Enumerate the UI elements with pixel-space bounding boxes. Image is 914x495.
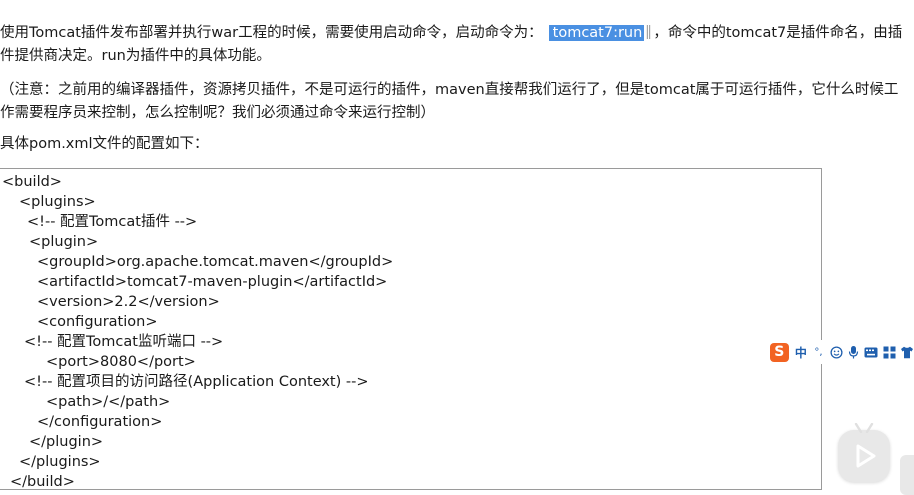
sogou-logo-icon[interactable]: S xyxy=(770,342,789,362)
ime-mode-toggle[interactable]: 中 xyxy=(794,343,809,361)
emoji-icon[interactable] xyxy=(829,343,844,361)
intro-text-before: 使用Tomcat插件发布部署并执行war工程的时候，需要使用启动命令，启动命令为… xyxy=(0,25,543,41)
text-cursor-icon xyxy=(647,25,651,39)
grid-icon[interactable] xyxy=(882,343,897,361)
code-line: <!-- 配置Tomcat监听端口 --> xyxy=(24,334,224,350)
code-line: <version>2.2</version> xyxy=(37,294,220,310)
config-heading: 具体pom.xml文件的配置如下： xyxy=(0,136,209,152)
ime-toolbar[interactable]: S 中 °, xyxy=(768,340,914,364)
tv-antenna-icon xyxy=(854,423,874,433)
highlighted-command[interactable]: tomcat7:run xyxy=(548,25,645,41)
code-line: </plugin> xyxy=(29,434,104,450)
edge-panel-handle[interactable] xyxy=(900,455,914,495)
shirt-icon[interactable] xyxy=(899,343,914,361)
ime-punct-toggle[interactable]: °, xyxy=(811,343,826,361)
intro-paragraph: 使用Tomcat插件发布部署并执行war工程的时候，需要使用启动命令，启动命令为… xyxy=(0,22,912,68)
code-line: <configuration> xyxy=(37,314,158,330)
video-player-button[interactable] xyxy=(838,423,890,482)
code-line: </plugins> xyxy=(19,454,101,470)
code-line: <plugins> xyxy=(19,194,96,210)
code-line: <groupId>org.apache.tomcat.maven</groupI… xyxy=(37,254,394,270)
code-line: </build> xyxy=(10,474,75,490)
code-line: <path>/</path> xyxy=(46,394,171,410)
code-line: <build> xyxy=(2,174,62,190)
note-paragraph: （注意：之前用的编译器插件，资源拷贝插件，不是可运行的插件，maven直接帮我们… xyxy=(0,82,899,121)
play-icon xyxy=(856,444,876,468)
code-block: <build> <plugins> <!-- 配置Tomcat插件 --> <p… xyxy=(0,168,822,490)
code-line: <!-- 配置Tomcat插件 --> xyxy=(27,214,198,230)
keyboard-icon[interactable] xyxy=(864,343,879,361)
code-line: <artifactId>tomcat7-maven-plugin</artifa… xyxy=(37,274,388,290)
code-line: <!-- 配置项目的访问路径(Application Context) --> xyxy=(24,374,369,390)
code-line: </configuration> xyxy=(37,414,163,430)
mic-icon[interactable] xyxy=(846,343,861,361)
code-line: <port>8080</port> xyxy=(46,354,196,370)
code-line: <plugin> xyxy=(29,234,99,250)
